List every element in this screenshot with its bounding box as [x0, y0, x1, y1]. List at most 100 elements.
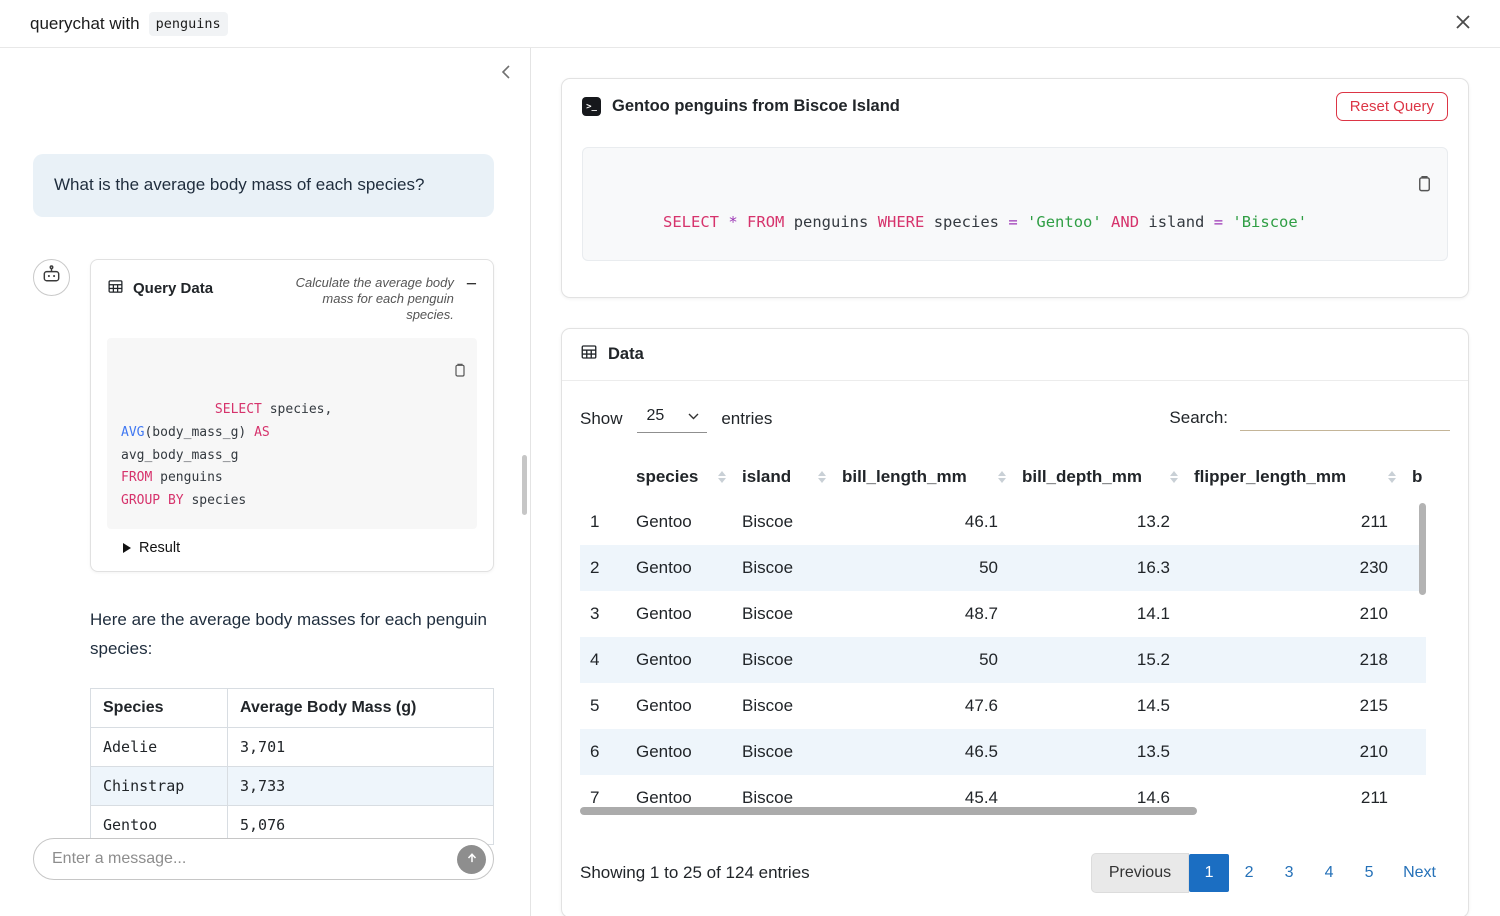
cell: 13.2: [1012, 499, 1184, 545]
column-header-bill-depth[interactable]: bill_depth_mm: [1012, 455, 1184, 499]
query-card: >_ Gentoo penguins from Biscoe Island Re…: [561, 78, 1469, 298]
cell: 48.7: [832, 591, 1012, 637]
chat-message-input[interactable]: [52, 850, 457, 868]
tool-call-card: Query Data Calculate the average body ma…: [90, 259, 494, 572]
tool-card-header: Query Data Calculate the average body ma…: [91, 260, 493, 328]
clipboard-icon: [1319, 159, 1434, 212]
cell: 50: [832, 545, 1012, 591]
sort-icon[interactable]: [1170, 471, 1178, 483]
pagination-next[interactable]: Next: [1389, 854, 1450, 892]
data-table-row: 2GentooBiscoe5016.3230: [580, 545, 1426, 591]
tool-sql-code: SELECT species, AVG(body_mass_g) AS avg_…: [107, 338, 477, 529]
cell: Biscoe: [732, 729, 832, 775]
cell: Gentoo: [626, 545, 732, 591]
sort-icon[interactable]: [1388, 471, 1396, 483]
clipboard-icon: [308, 347, 468, 397]
chevron-down-icon: [688, 407, 699, 425]
pagination-page-1[interactable]: 1: [1189, 854, 1229, 892]
column-label: species: [636, 467, 698, 486]
cell: 210: [1184, 591, 1402, 637]
chat-scrollbar[interactable]: [522, 455, 527, 515]
robot-icon: [40, 263, 63, 291]
copy-sql-button[interactable]: [308, 347, 468, 397]
current-sql-code: SELECT * FROM penguins WHERE species = '…: [582, 147, 1448, 261]
cell: Biscoe: [732, 499, 832, 545]
data-table: species island bill_length_mm: [580, 455, 1426, 817]
column-label: bill_depth_mm: [1022, 467, 1142, 486]
cell: [1402, 683, 1426, 729]
bot-avatar: [33, 259, 70, 296]
close-button[interactable]: [1450, 9, 1476, 38]
tool-card-title: Query Data: [107, 273, 213, 299]
cell: 6: [580, 729, 626, 775]
app-body: What is the average body mass of each sp…: [0, 48, 1500, 916]
cell: Biscoe: [732, 545, 832, 591]
sort-icon[interactable]: [718, 471, 726, 483]
cell: [1402, 775, 1426, 817]
cell: 5: [580, 683, 626, 729]
cell: 13.5: [1012, 729, 1184, 775]
column-header-bill-length[interactable]: bill_length_mm: [832, 455, 1012, 499]
data-table-row: 5GentooBiscoe47.614.5215: [580, 683, 1426, 729]
assistant-content: Query Data Calculate the average body ma…: [90, 259, 494, 845]
table-grid-icon: [580, 343, 598, 366]
chat-input-container: [33, 838, 494, 880]
column-header-flipper-length[interactable]: flipper_length_mm: [1184, 455, 1402, 499]
tool-title-label: Query Data: [133, 280, 213, 297]
cell: 47.6: [832, 683, 1012, 729]
search-container: Search:: [1169, 408, 1450, 431]
cell: 46.5: [832, 729, 1012, 775]
cell: 218: [1184, 637, 1402, 683]
cell: [1402, 591, 1426, 637]
column-header-index: [580, 455, 626, 499]
cell: Gentoo: [626, 591, 732, 637]
send-button[interactable]: [457, 845, 486, 874]
horizontal-scrollbar[interactable]: [580, 807, 1197, 815]
cell: 1: [580, 499, 626, 545]
pagination-page-5[interactable]: 5: [1349, 854, 1389, 892]
cell: 230: [1184, 545, 1402, 591]
cell: Chinstrap: [91, 766, 228, 805]
species-mass-table: Species Average Body Mass (g) Adelie 3,7…: [90, 688, 494, 845]
user-message: What is the average body mass of each sp…: [33, 154, 494, 217]
app-title: querychat with penguins: [30, 12, 228, 36]
close-icon: [1454, 13, 1472, 34]
top-bar: querychat with penguins: [0, 0, 1500, 48]
column-header-island[interactable]: island: [732, 455, 832, 499]
sort-icon[interactable]: [818, 471, 826, 483]
dataset-chip: penguins: [149, 12, 228, 36]
data-table-row: 6GentooBiscoe46.513.5210: [580, 729, 1426, 775]
cell: Gentoo: [626, 683, 732, 729]
table-search-input[interactable]: [1240, 408, 1450, 431]
column-header-body-mass[interactable]: b: [1402, 455, 1426, 499]
chat-panel: What is the average body mass of each sp…: [0, 48, 531, 916]
mini-table-header-row: Species Average Body Mass (g): [91, 688, 494, 727]
terminal-icon: >_: [582, 97, 601, 116]
copy-sql-button[interactable]: [1319, 159, 1434, 212]
column-header-species[interactable]: species: [626, 455, 732, 499]
column-label: island: [742, 467, 791, 486]
collapse-sidebar-button[interactable]: [500, 64, 512, 83]
cell: Adelie: [91, 727, 228, 766]
pagination-page-4[interactable]: 4: [1309, 854, 1349, 892]
cell: 16.3: [1012, 545, 1184, 591]
table-info: Showing 1 to 25 of 124 entries: [580, 863, 810, 883]
cell: Biscoe: [732, 637, 832, 683]
cell: [1402, 729, 1426, 775]
cell: Biscoe: [732, 683, 832, 729]
cell: 50: [832, 637, 1012, 683]
sort-icon[interactable]: [998, 471, 1006, 483]
vertical-scrollbar[interactable]: [1419, 503, 1426, 595]
query-title: Gentoo penguins from Biscoe Island: [612, 97, 900, 116]
result-disclosure[interactable]: Result: [107, 529, 477, 571]
cell: [1402, 637, 1426, 683]
cell: 46.1: [832, 499, 1012, 545]
minimize-tool-button[interactable]: −: [462, 273, 481, 296]
pagination-previous[interactable]: Previous: [1091, 853, 1189, 893]
pagination-page-3[interactable]: 3: [1269, 854, 1309, 892]
reset-query-button[interactable]: Reset Query: [1336, 92, 1448, 121]
column-label: b: [1412, 467, 1422, 486]
page-length-select[interactable]: 25: [637, 405, 708, 433]
cell: 211: [1184, 499, 1402, 545]
pagination-page-2[interactable]: 2: [1229, 854, 1269, 892]
